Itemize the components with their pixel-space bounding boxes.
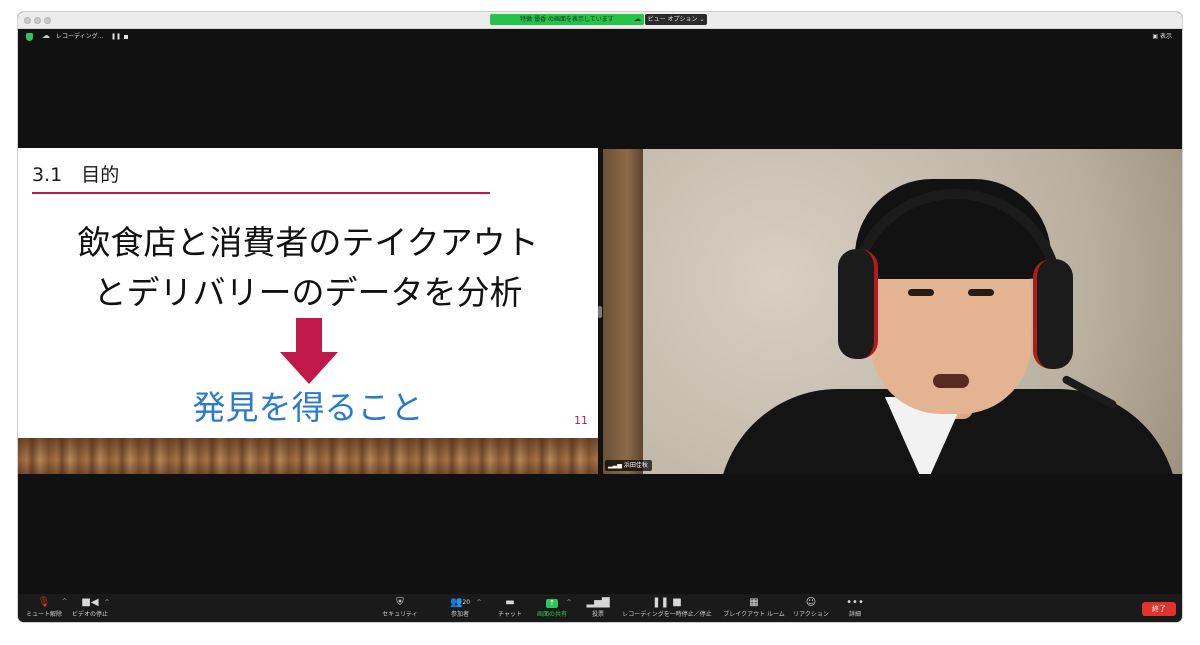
view-icon: ▣ [1152, 33, 1160, 40]
meeting-toolbar: 🎙 ミュート解除 ^ ■◀ ビデオの停止 ^ ⛨ セキュリティ 👥20 参加者 … [18, 594, 1182, 622]
security-shield-icon: ⛨ [396, 597, 404, 608]
audio-options-chevron-icon[interactable]: ^ [62, 598, 67, 605]
wood-floor-decoration [18, 438, 598, 474]
more-dots-icon: ••• [846, 597, 864, 608]
down-arrow-icon [280, 318, 338, 384]
reactions-button[interactable]: ☺ リアクション [790, 596, 832, 619]
recording-controls-button[interactable]: ❚❚ ■ レコーディングを一時停止／停止 [622, 596, 712, 619]
close-window-button[interactable] [24, 17, 31, 24]
participants-count: 20 [462, 599, 471, 606]
signal-bars-icon: ▂▃▅ [608, 462, 622, 469]
reactions-label: リアクション [793, 611, 829, 618]
slide-body-line-2: とデリバリーのデータを分析 [93, 273, 523, 312]
screen-share-banner[interactable]: 特徴 優香 の画面を表示しています ☁ [490, 14, 644, 25]
end-meeting-button[interactable]: 終了 [1142, 602, 1176, 616]
slide-heading-rule [32, 192, 490, 194]
title-bar: 特徴 優香 の画面を表示しています ☁ ビュー オプション ⌄ [18, 12, 1182, 29]
recording-status-label: レコーディング... [56, 33, 104, 40]
cloud-icon: ☁ [634, 15, 641, 23]
chat-label: チャット [498, 611, 522, 618]
view-options-button[interactable]: ビュー オプション ⌄ [645, 14, 707, 25]
unmute-label: ミュート解除 [25, 611, 62, 618]
participant-name-tag: ▂▃▅ 浜田佳秋 [605, 460, 652, 471]
participants-icon: 👥 [449, 597, 463, 608]
participant-mouth [933, 374, 969, 388]
pause-stop-icon: ❚❚ ■ [652, 597, 682, 608]
slide-heading: 3.1 目的 [32, 164, 120, 186]
video-door [603, 149, 643, 474]
chat-bubble-icon: ▬ [505, 597, 515, 608]
breakout-rooms-button[interactable]: ▦ ブレイクアウト ルーム [722, 596, 786, 619]
recording-pause-icon[interactable]: ❚❚ [111, 32, 121, 41]
security-button[interactable]: ⛨ セキュリティ [378, 596, 422, 619]
share-banner-text: 特徴 優香 の画面を表示しています [520, 16, 614, 23]
zoom-meeting-window: 特徴 優香 の画面を表示しています ☁ ビュー オプション ⌄ ☁ レコーディン… [18, 12, 1182, 622]
split-view-handle[interactable] [598, 306, 602, 318]
zoom-window-button[interactable] [44, 17, 51, 24]
participant-video[interactable]: ▂▃▅ 浜田佳秋 [603, 149, 1182, 474]
share-options-chevron-icon[interactable]: ^ [566, 596, 572, 610]
cloud-recording-icon: ☁ [42, 31, 50, 40]
unmute-button[interactable]: 🎙 ミュート解除 ^ [24, 596, 67, 619]
video-options-chevron-icon[interactable]: ^ [104, 596, 110, 610]
recording-stop-icon[interactable] [124, 35, 128, 39]
polling-button[interactable]: ▂▅▇ 投票 [584, 596, 612, 619]
minimize-window-button[interactable] [34, 17, 41, 24]
view-button[interactable]: ▣ 表示 [1152, 32, 1172, 41]
more-label: 詳細 [848, 611, 861, 618]
slide-result-text: 発見を得ること [192, 388, 424, 427]
chat-button[interactable]: ▬ チャット [490, 596, 530, 619]
share-screen-label: 画面の共有 [536, 611, 567, 618]
headset-left-ear [838, 249, 878, 359]
bar-chart-icon: ▂▅▇ [586, 597, 610, 608]
participants-icon-wrap: 👥20 [440, 596, 480, 610]
slide-body-text: 飲食店と消費者のテイクアウト とデリバリーのデータを分析 [18, 218, 598, 318]
security-label: セキュリティ [382, 611, 418, 618]
slide-page-number: 11 [574, 414, 588, 427]
grid-icon: ▦ [749, 597, 759, 608]
recording-controls-label: レコーディングを一時停止／停止 [622, 611, 712, 618]
emoji-icon: ☺ [805, 597, 817, 608]
view-button-label: 表示 [1159, 33, 1172, 40]
participants-button[interactable]: 👥20 参加者 [440, 596, 480, 619]
more-button[interactable]: ••• 詳細 [844, 596, 866, 619]
headset-right-ear [1033, 259, 1073, 369]
slide-body-line-1: 飲食店と消費者のテイクアウト [77, 223, 539, 262]
participants-label: 参加者 [450, 611, 469, 618]
stop-video-label: ビデオの停止 [71, 611, 108, 618]
muted-microphone-icon: 🎙 [37, 597, 51, 608]
shield-icon[interactable] [26, 33, 33, 41]
meeting-top-bar: ☁ レコーディング... ❚❚ ▣ 表示 [18, 29, 1182, 45]
breakout-rooms-label: ブレイクアウト ルーム [723, 611, 785, 618]
participant-name: 浜田佳秋 [623, 462, 648, 469]
participants-chevron-icon[interactable]: ^ [476, 596, 482, 610]
shared-slide: 3.1 目的 飲食店と消費者のテイクアウト とデリバリーのデータを分析 発見を得… [18, 148, 598, 474]
polling-label: 投票 [591, 611, 604, 618]
